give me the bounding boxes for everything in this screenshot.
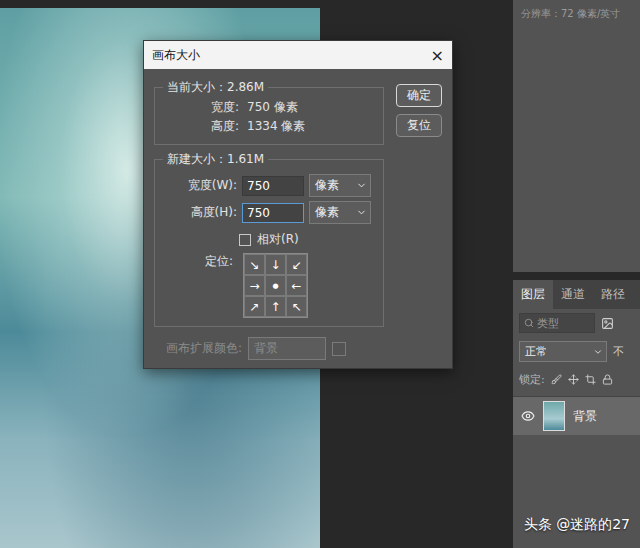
relative-checkbox[interactable]: 相对(R) <box>163 231 375 248</box>
anchor-row: 定位: ↘↓↙ →●← ↗↑↖ <box>163 253 375 318</box>
lock-label: 锁定: <box>519 372 545 387</box>
image-filter-icon[interactable] <box>601 317 614 330</box>
anchor-cell[interactable]: ↓ <box>265 254 286 275</box>
anchor-label: 定位: <box>163 253 233 318</box>
settings-column: 当前大小：2.86M 宽度:750 像素高度:1334 像素新建大小：1.61M 宽… <box>154 79 384 327</box>
layer-filter[interactable]: 类型 <box>519 313 595 333</box>
anchor-cell[interactable]: ↘ <box>244 254 265 275</box>
anchor-cell[interactable]: ← <box>286 275 307 296</box>
brush-icon[interactable] <box>551 374 562 385</box>
anchor-cell[interactable]: ↗ <box>244 296 265 317</box>
close-button[interactable]: × <box>431 46 444 65</box>
extension-color-select[interactable]: 背景 <box>248 337 326 360</box>
anchor-cell[interactable]: ↙ <box>286 254 307 275</box>
layers-panel: 图层通道路径类型正常不锁定: 背景 <box>513 280 640 548</box>
size-field-row: 宽度(W): 750像素 <box>163 174 375 197</box>
info-panel: 分辨率：72 像素/英寸 <box>513 0 640 272</box>
button-column: 确定复位 <box>396 79 442 327</box>
eye-icon <box>521 409 535 423</box>
size-info-row: 宽度:750 像素 <box>163 98 375 117</box>
unit-select[interactable]: 像素 <box>309 174 371 197</box>
panel-tab[interactable]: 通道 <box>553 280 593 309</box>
crop-icon[interactable] <box>585 374 596 385</box>
title-bar[interactable]: 画布大小 × <box>144 41 452 69</box>
right-panels: 分辨率：72 像素/英寸图层通道路径类型正常不锁定: 背景 <box>513 0 640 548</box>
size-field-row: 高度(H): 750像素 <box>163 201 375 224</box>
resolution-text: 分辨率：72 像素/英寸 <box>521 8 620 19</box>
dialog-button[interactable]: 复位 <box>396 114 442 137</box>
lock-icon[interactable] <box>602 374 613 385</box>
chevron-down-icon <box>593 347 603 357</box>
current-size-group: 当前大小：2.86M 宽度:750 像素高度:1334 像素 <box>154 79 384 145</box>
layer-thumbnail <box>543 401 565 431</box>
size-info-row: 高度:1334 像素 <box>163 117 375 136</box>
size-input[interactable]: 750 <box>242 203 304 223</box>
panel-tab[interactable]: 图层 <box>513 280 553 309</box>
canvas-size-dialog: 画布大小×当前大小：2.86M宽度:750 像素高度:1334 像素新建大小：1… <box>143 40 453 369</box>
new-size-label: 新建大小：1.61M <box>163 151 268 168</box>
anchor-grid: ↘↓↙ →●← ↗↑↖ <box>243 253 308 318</box>
move-icon[interactable] <box>568 374 579 385</box>
visibility-toggle[interactable] <box>521 409 535 423</box>
extension-color-row: 画布扩展颜色:背景 <box>154 337 384 360</box>
anchor-cell[interactable]: → <box>244 275 265 296</box>
checkbox-box[interactable] <box>239 234 251 246</box>
lock-row: 锁定: <box>513 366 640 392</box>
dialog-button[interactable]: 确定 <box>396 84 442 107</box>
field-label: 宽度(W): <box>163 177 237 194</box>
watermark: 头条 @迷路的27 <box>524 516 630 534</box>
field-label: 高度(H): <box>163 204 237 221</box>
panel-tabs: 图层通道路径 <box>513 280 640 309</box>
opacity-label: 不 <box>613 344 624 359</box>
photoshop-window: 画布大小×当前大小：2.86M宽度:750 像素高度:1334 像素新建大小：1… <box>0 0 640 548</box>
search-icon <box>524 318 534 328</box>
canvas-area: 画布大小×当前大小：2.86M宽度:750 像素高度:1334 像素新建大小：1… <box>0 0 513 548</box>
chevron-down-icon <box>356 207 367 218</box>
dialog-title: 画布大小 <box>152 47 200 64</box>
current-size-label: 当前大小：2.86M <box>163 79 268 96</box>
layer-row[interactable]: 背景 <box>513 396 640 435</box>
filter-row: 类型 <box>513 309 640 337</box>
size-input[interactable]: 750 <box>242 176 304 196</box>
anchor-cell[interactable]: ↖ <box>286 296 307 317</box>
blend-mode-select[interactable]: 正常 <box>519 341 607 362</box>
unit-select[interactable]: 像素 <box>309 201 371 224</box>
dialog-body: 当前大小：2.86M 宽度:750 像素高度:1334 像素新建大小：1.61M 宽… <box>144 69 452 368</box>
blend-row: 正常不 <box>513 337 640 366</box>
color-swatch[interactable] <box>332 342 346 356</box>
anchor-cell[interactable]: ● <box>265 275 286 296</box>
new-size-group: 新建大小：1.61M宽度(W):750像素高度(H):750像素相对(R)定位:… <box>154 151 384 327</box>
panel-tab[interactable]: 路径 <box>593 280 633 309</box>
chevron-down-icon <box>356 180 367 191</box>
anchor-cell[interactable]: ↑ <box>265 296 286 317</box>
